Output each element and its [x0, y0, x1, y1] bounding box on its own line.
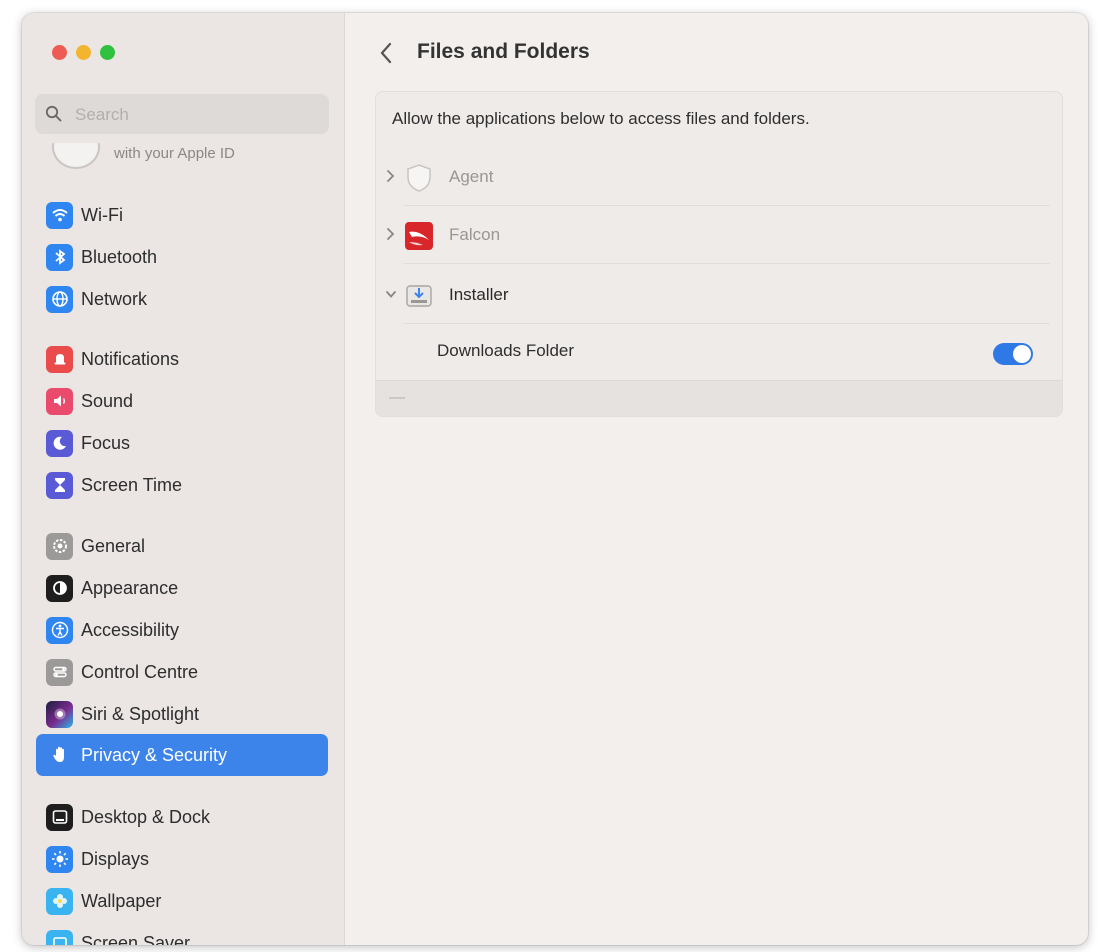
- speaker-icon: [46, 387, 73, 415]
- sidebar-item-siri-spotlight[interactable]: Siri & Spotlight: [36, 693, 328, 735]
- accessibility-icon: [46, 616, 73, 644]
- sidebar-item-desktop-dock[interactable]: Desktop & Dock: [36, 796, 328, 838]
- falcon-icon: [405, 222, 433, 250]
- sidebar-item-label: Sound: [81, 390, 134, 411]
- sidebar-item-label: Notifications: [81, 348, 180, 369]
- remove-button[interactable]: —: [389, 389, 405, 407]
- siri-icon: [46, 700, 73, 728]
- sidebar-item-label: Siri & Spotlight: [81, 703, 200, 724]
- sidebar-item-focus[interactable]: Focus: [36, 422, 328, 464]
- sidebar: with your Apple ID Wi-Fi Bluetooth Netwo…: [22, 13, 345, 945]
- screen-saver-icon: [46, 929, 73, 945]
- sidebar-item-label: Desktop & Dock: [81, 806, 211, 827]
- zoom-window-button[interactable]: [100, 45, 115, 60]
- page-title: Files and Folders: [417, 40, 590, 63]
- settings-window: with your Apple ID Wi-Fi Bluetooth Netwo…: [22, 13, 1088, 945]
- sidebar-item-control-centre[interactable]: Control Centre: [36, 651, 328, 693]
- moon-icon: [46, 429, 73, 457]
- sun-icon: [46, 845, 73, 873]
- flower-icon: [46, 887, 73, 915]
- sidebar-item-label: Control Centre: [81, 661, 199, 682]
- sidebar-item-displays[interactable]: Displays: [36, 838, 328, 880]
- divider: [404, 323, 1050, 324]
- downloads-folder-toggle[interactable]: [993, 343, 1033, 365]
- sidebar-item-label: Screen Saver: [81, 932, 191, 946]
- bluetooth-icon: [46, 243, 73, 271]
- sidebar-item-label: Focus: [81, 432, 131, 453]
- wifi-icon: [46, 201, 73, 229]
- sidebar-item-screen-time[interactable]: Screen Time: [36, 464, 328, 506]
- app-name: Agent: [449, 167, 494, 186]
- panel-description: Allow the applications below to access f…: [392, 109, 810, 128]
- search-icon: [45, 105, 62, 122]
- sidebar-item-wifi[interactable]: Wi-Fi: [36, 194, 328, 236]
- control-centre-icon: [46, 658, 73, 686]
- sidebar-item-label: Accessibility: [81, 619, 180, 640]
- shield-icon: [407, 164, 431, 192]
- sidebar-item-label: Network: [81, 288, 148, 309]
- app-row-agent[interactable]: Agent: [376, 148, 1062, 206]
- sidebar-item-accessibility[interactable]: Accessibility: [36, 609, 328, 651]
- hourglass-icon: [46, 471, 73, 499]
- sidebar-item-label: Appearance: [81, 577, 179, 598]
- sidebar-item-label: Wallpaper: [81, 890, 162, 911]
- chevron-right-icon[interactable]: [385, 169, 395, 183]
- globe-icon: [46, 285, 73, 313]
- sidebar-item-label: Bluetooth: [81, 246, 158, 267]
- sidebar-item-notifications[interactable]: Notifications: [36, 338, 328, 380]
- close-window-button[interactable]: [52, 45, 67, 60]
- app-name: Falcon: [449, 225, 501, 244]
- chevron-down-icon[interactable]: [385, 287, 397, 301]
- divider: [404, 263, 1050, 264]
- app-row-falcon[interactable]: Falcon: [376, 206, 1062, 264]
- hand-icon: [46, 741, 73, 769]
- installer-icon: [406, 285, 432, 307]
- panel-footer: —: [376, 380, 1062, 416]
- sidebar-item-label: General: [81, 535, 146, 556]
- sidebar-item-label: Screen Time: [81, 474, 183, 495]
- chevron-left-icon: [380, 42, 392, 64]
- appearance-icon: [46, 574, 73, 602]
- sidebar-item-bluetooth[interactable]: Bluetooth: [36, 236, 328, 278]
- app-row-installer[interactable]: Installer: [376, 266, 1062, 324]
- toggle-knob: [1013, 345, 1031, 363]
- apple-id-text: with your Apple ID: [114, 145, 235, 162]
- app-name: Installer: [449, 285, 509, 304]
- sidebar-item-label: Displays: [81, 848, 150, 869]
- sidebar-item-label: Privacy & Security: [81, 744, 228, 765]
- sidebar-item-appearance[interactable]: Appearance: [36, 567, 328, 609]
- traffic-lights: [52, 45, 115, 60]
- search-input[interactable]: [73, 102, 317, 128]
- apple-id-row[interactable]: with your Apple ID: [22, 143, 344, 173]
- bell-icon: [46, 345, 73, 373]
- main-content: Files and Folders Allow the applications…: [345, 13, 1088, 945]
- permission-row-downloads: Downloads Folder: [376, 330, 1062, 380]
- dock-icon: [46, 803, 73, 831]
- gear-icon: [46, 532, 73, 560]
- sidebar-item-label: Wi-Fi: [81, 204, 123, 225]
- sidebar-item-general[interactable]: General: [36, 525, 328, 567]
- search-field[interactable]: [35, 94, 329, 134]
- minimize-window-button[interactable]: [76, 45, 91, 60]
- files-folders-panel: Allow the applications below to access f…: [375, 91, 1063, 417]
- avatar: [52, 143, 100, 169]
- sidebar-item-network[interactable]: Network: [36, 278, 328, 320]
- chevron-right-icon[interactable]: [385, 227, 395, 241]
- back-button[interactable]: [375, 40, 397, 66]
- sidebar-item-screen-saver[interactable]: Screen Saver: [36, 922, 328, 945]
- sidebar-item-privacy-security[interactable]: Privacy & Security: [36, 734, 328, 776]
- sidebar-item-wallpaper[interactable]: Wallpaper: [36, 880, 328, 922]
- sidebar-item-sound[interactable]: Sound: [36, 380, 328, 422]
- permission-label: Downloads Folder: [437, 341, 575, 360]
